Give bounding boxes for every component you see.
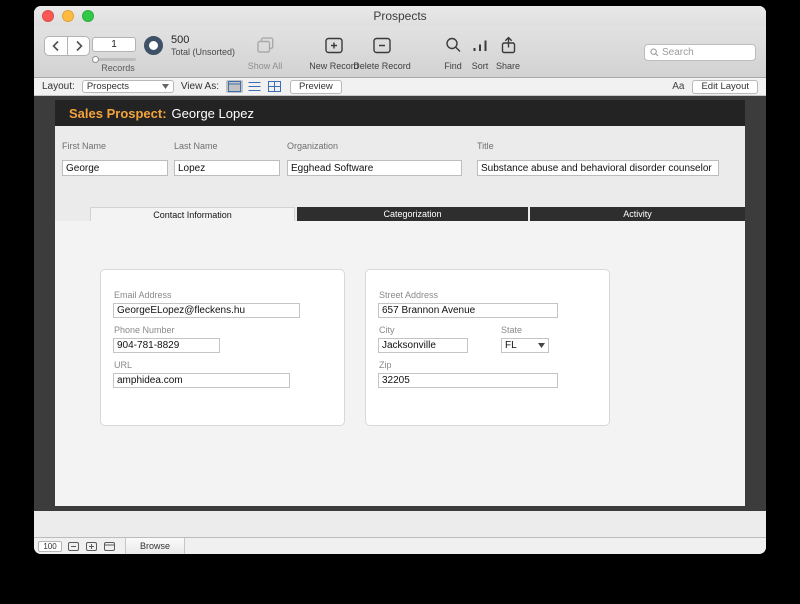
- email-input[interactable]: [113, 303, 300, 318]
- delete-record-icon: [372, 35, 392, 55]
- mode-selector[interactable]: Browse: [125, 538, 186, 554]
- first-name-label: First Name: [62, 141, 107, 151]
- contact-information-panel: Email Address Phone Number URL Street Ad…: [55, 221, 745, 506]
- first-name-input[interactable]: [62, 160, 168, 176]
- zoom-in-icon[interactable]: [85, 540, 98, 553]
- next-record-button[interactable]: [67, 36, 90, 56]
- phone-label: Phone Number: [114, 325, 175, 335]
- sort-icon: [471, 35, 489, 55]
- city-label: City: [379, 325, 395, 335]
- desktop-background: Prospects 1 500 Total (Unsorted) Records: [0, 0, 800, 604]
- contact-card: Email Address Phone Number URL: [100, 269, 345, 426]
- list-view-icon: [248, 82, 261, 91]
- record-header-name: George Lopez: [171, 105, 254, 121]
- state-select-value: FL: [505, 340, 517, 351]
- tab-activity[interactable]: Activity: [530, 207, 745, 221]
- window-controls: [42, 10, 94, 22]
- email-label: Email Address: [114, 290, 172, 300]
- view-as-label: View As:: [180, 81, 219, 92]
- layout-bar-right: Aa Edit Layout: [672, 79, 758, 94]
- phone-input[interactable]: [113, 338, 220, 353]
- delete-record-button[interactable]: Delete Record: [350, 35, 414, 71]
- record-layout: Sales Prospect: George Lopez First Name …: [55, 100, 745, 506]
- chevron-left-icon: [52, 40, 59, 52]
- show-all-icon: [256, 35, 275, 55]
- tab-categorization[interactable]: Categorization: [297, 207, 528, 221]
- last-name-field: Last Name: [174, 141, 280, 176]
- minimize-window-button[interactable]: [62, 10, 74, 22]
- view-as-switcher: [225, 80, 283, 93]
- street-input[interactable]: [378, 303, 558, 318]
- filemaker-window: Prospects 1 500 Total (Unsorted) Records: [34, 6, 766, 554]
- status-toolbar: 1 500 Total (Unsorted) Records Show All …: [34, 26, 766, 78]
- zip-input[interactable]: [378, 373, 558, 388]
- form-view-button[interactable]: [225, 80, 243, 93]
- current-record-field[interactable]: 1: [92, 37, 136, 52]
- record-header-prefix: Sales Prospect:: [69, 105, 167, 121]
- title-field: Title: [477, 141, 719, 176]
- window-title: Prospects: [373, 9, 427, 23]
- records-group-label: Records: [101, 63, 135, 73]
- last-name-label: Last Name: [174, 141, 218, 151]
- last-name-input[interactable]: [174, 160, 280, 176]
- tab-strip-spacer: [55, 207, 90, 221]
- found-set-pie-button[interactable]: [144, 36, 163, 55]
- layout-label: Layout:: [42, 81, 75, 92]
- title-label: Title: [477, 141, 494, 151]
- layout-content-area: Sales Prospect: George Lopez First Name …: [34, 96, 766, 511]
- tab-contact-information[interactable]: Contact Information: [90, 207, 295, 221]
- organization-input[interactable]: [287, 160, 462, 176]
- organization-label: Organization: [287, 141, 339, 151]
- table-view-button[interactable]: [266, 80, 283, 93]
- table-view-icon: [267, 81, 281, 92]
- list-view-button[interactable]: [246, 80, 263, 93]
- find-icon: [444, 35, 463, 55]
- formatting-bar-toggle[interactable]: Aa: [672, 81, 684, 92]
- chevron-down-icon: [161, 84, 169, 89]
- record-slider-thumb[interactable]: [92, 56, 99, 63]
- zoom-window-button[interactable]: [82, 10, 94, 22]
- share-button[interactable]: Share: [490, 35, 526, 71]
- title-bar: Prospects: [34, 6, 766, 26]
- record-nav-segment: [44, 36, 90, 56]
- street-label: Street Address: [379, 290, 439, 300]
- zoom-out-icon[interactable]: [67, 540, 80, 553]
- window-footer: [34, 511, 766, 537]
- show-all-button[interactable]: Show All: [238, 35, 292, 71]
- title-input[interactable]: [477, 160, 719, 176]
- zoom-level-field[interactable]: 100: [38, 540, 62, 552]
- record-total-count: 500: [171, 34, 190, 46]
- url-label: URL: [114, 360, 133, 370]
- status-toolbar-toggle-icon[interactable]: [103, 540, 116, 553]
- organization-field: Organization: [287, 141, 462, 176]
- name-fields-section: First Name Last Name Organization Title: [55, 126, 745, 207]
- city-input[interactable]: [378, 338, 468, 353]
- layout-dropdown-value: Prospects: [86, 81, 130, 92]
- search-icon: [650, 48, 659, 57]
- record-sort-status: Total (Unsorted): [171, 47, 236, 57]
- address-card: Street Address City State FL Zip: [365, 269, 610, 426]
- record-slider[interactable]: [92, 56, 136, 63]
- layout-dropdown[interactable]: Prospects: [81, 80, 174, 93]
- search-input[interactable]: [662, 47, 750, 58]
- first-name-field: First Name: [62, 141, 168, 176]
- state-select[interactable]: FL: [501, 338, 549, 353]
- edit-layout-button[interactable]: Edit Layout: [692, 79, 758, 94]
- record-header-band: Sales Prospect: George Lopez: [55, 100, 745, 126]
- previous-record-button[interactable]: [44, 36, 67, 56]
- preview-button[interactable]: Preview: [289, 79, 342, 94]
- url-input[interactable]: [113, 373, 290, 388]
- search-field[interactable]: [644, 44, 756, 61]
- layout-bar: Layout: Prospects View As: Preview Aa Ed…: [34, 78, 766, 96]
- chevron-right-icon: [75, 40, 83, 52]
- state-label: State: [501, 325, 523, 335]
- bottom-status-bar: 100 Browse: [34, 537, 766, 554]
- zip-label: Zip: [379, 360, 392, 370]
- form-view-icon: [227, 81, 241, 92]
- close-window-button[interactable]: [42, 10, 54, 22]
- tab-strip: Contact Information Categorization Activ…: [55, 207, 745, 221]
- new-record-icon: [324, 35, 344, 55]
- share-icon: [499, 35, 518, 55]
- chevron-down-icon: [538, 343, 545, 348]
